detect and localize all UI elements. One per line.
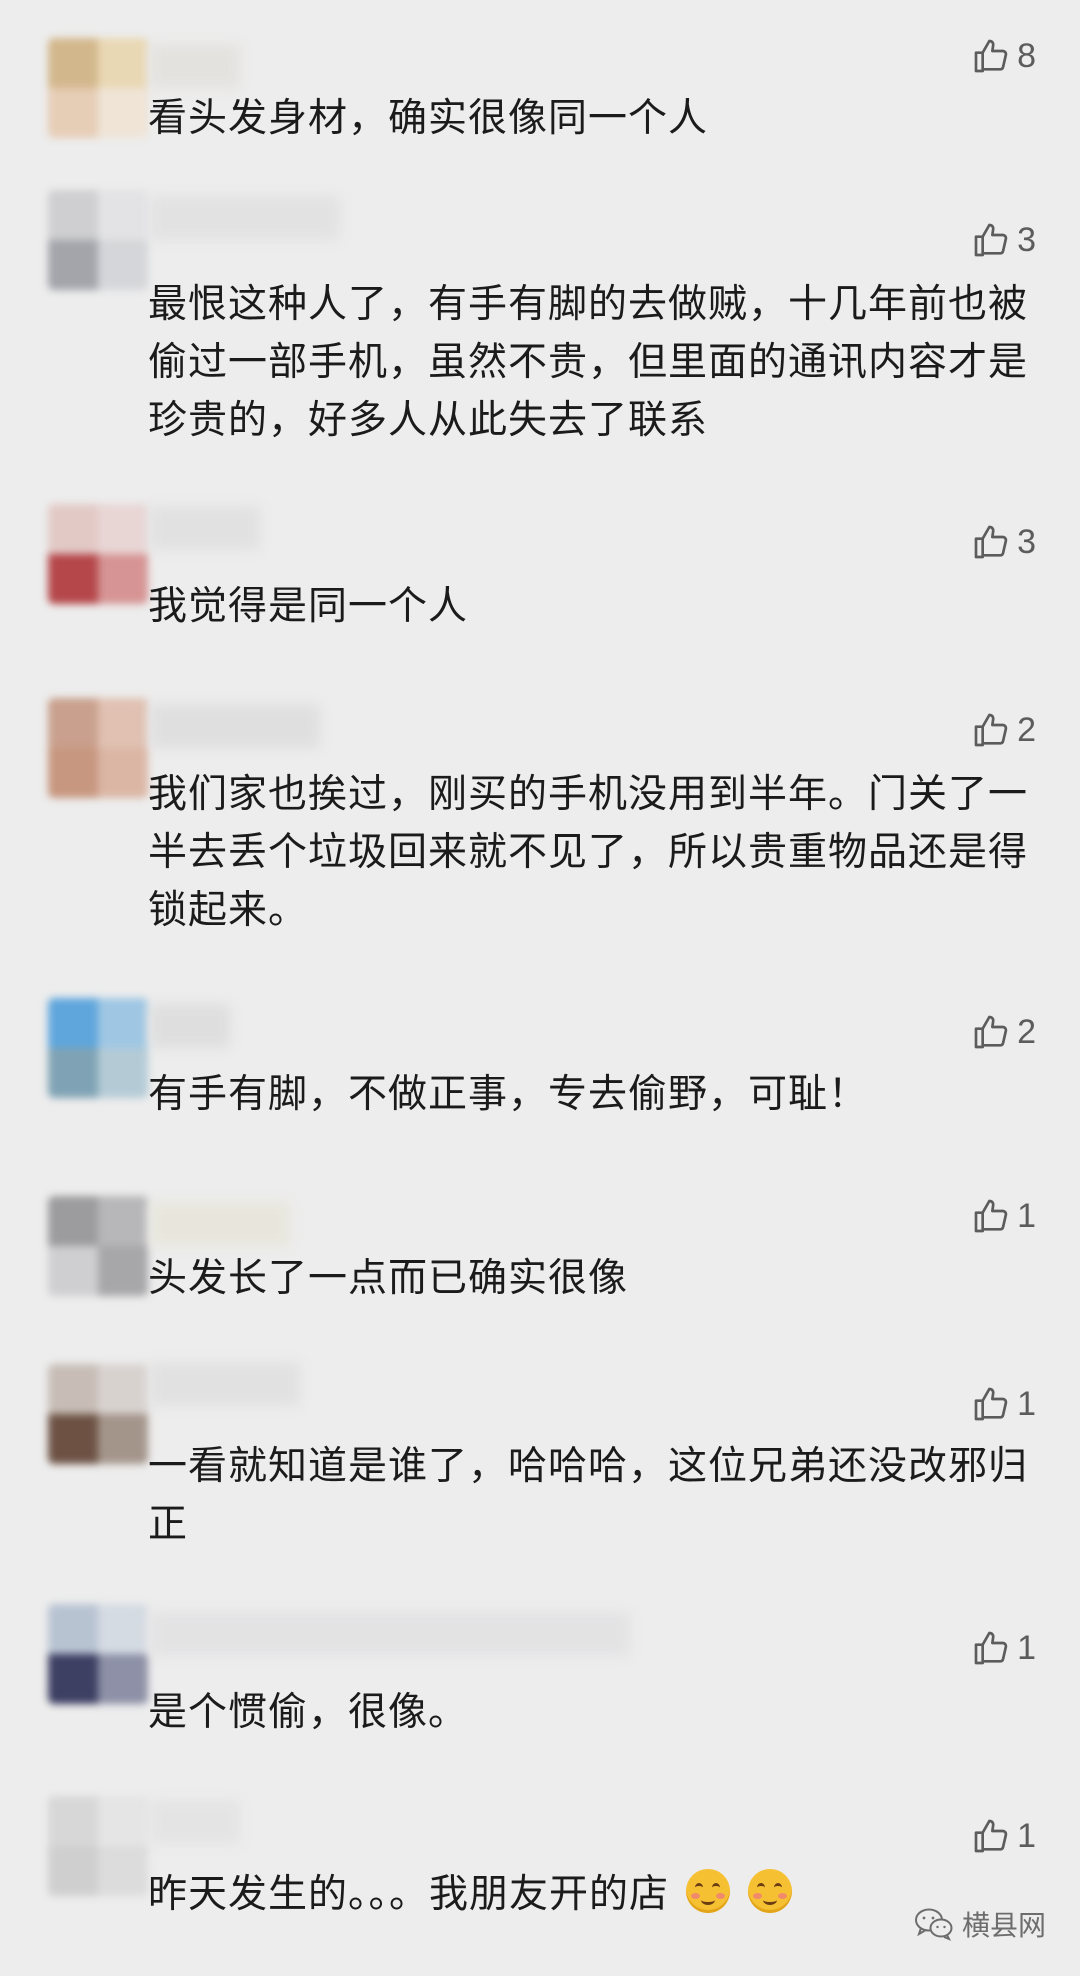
thumbs-up-icon xyxy=(974,1387,1008,1421)
avatar[interactable] xyxy=(48,998,148,1098)
blurred-nickname xyxy=(150,1004,230,1048)
like-button[interactable]: 1 xyxy=(971,1816,1036,1856)
blurred-nickname xyxy=(150,506,260,550)
like-button[interactable]: 1 xyxy=(971,1628,1036,1668)
like-button[interactable]: 2 xyxy=(971,1012,1036,1052)
like-count: 2 xyxy=(1017,1012,1036,1051)
blurred-nickname xyxy=(150,704,320,748)
comment-text: 有手有脚，不做正事，专去偷野，可耻！ xyxy=(148,1072,869,1117)
comment-text: 我觉得是同一个人 xyxy=(148,584,469,629)
comment-text: 一看就知道是谁了，哈哈哈，这位兄弟还没改邪归正 xyxy=(148,1444,1029,1547)
thumbs-up-icon xyxy=(974,1819,1008,1853)
comment-text: 看头发身材，确实很像同一个人 xyxy=(148,96,709,141)
like-button[interactable]: 2 xyxy=(971,710,1036,750)
like-button[interactable]: 3 xyxy=(971,522,1036,562)
thumbs-up-icon xyxy=(974,223,1008,257)
avatar[interactable] xyxy=(48,190,148,290)
blurred-nickname xyxy=(150,1612,630,1656)
comment-text: 我们家也挨过，刚买的手机没用到半年。门关了一半去丢个垃圾回来就不见了，所以贵重物… xyxy=(148,772,1029,933)
smile-emoji-icon xyxy=(686,1869,731,1913)
like-button[interactable]: 3 xyxy=(971,220,1036,260)
like-count: 3 xyxy=(1017,522,1036,561)
thumbs-up-icon xyxy=(974,525,1008,559)
watermark-label: 横县网 xyxy=(961,1909,1046,1942)
watermark: 横县网 xyxy=(914,1904,1046,1944)
comment-text: 是个惯偷，很像。 xyxy=(148,1690,469,1735)
blurred-nickname xyxy=(150,1202,290,1246)
like-button[interactable]: 1 xyxy=(971,1196,1036,1236)
thumbs-up-icon xyxy=(974,39,1008,73)
avatar[interactable] xyxy=(48,38,148,138)
avatar[interactable] xyxy=(48,698,148,798)
avatar[interactable] xyxy=(48,1364,148,1464)
blurred-nickname xyxy=(150,1800,240,1844)
thumbs-up-icon xyxy=(974,713,1008,747)
like-button[interactable]: 8 xyxy=(971,36,1036,76)
avatar[interactable] xyxy=(48,504,148,604)
like-count: 3 xyxy=(1017,220,1036,259)
thumbs-up-icon xyxy=(974,1631,1008,1665)
wechat-icon xyxy=(914,1908,953,1941)
like-count: 8 xyxy=(1017,36,1036,75)
comment-text: 昨天发生的。。。我朋友开的店 xyxy=(148,1866,1028,1924)
avatar[interactable] xyxy=(48,1604,148,1704)
blurred-nickname xyxy=(150,1362,300,1406)
blurred-nickname xyxy=(150,196,340,240)
comment-text: 最恨这种人了，有手有脚的去做贼，十几年前也被偷过一部手机，虽然不贵，但里面的通讯… xyxy=(148,282,1029,443)
avatar[interactable] xyxy=(48,1196,148,1296)
comment-text-content: 昨天发生的。。。我朋友开的店 xyxy=(148,1872,670,1917)
smile-emoji-icon xyxy=(747,1869,792,1913)
like-count: 1 xyxy=(1017,1628,1036,1667)
like-count: 1 xyxy=(1017,1384,1036,1423)
avatar[interactable] xyxy=(48,1796,148,1896)
comment-text: 头发长了一点而已确实很像 xyxy=(148,1256,629,1301)
thumbs-up-icon xyxy=(974,1015,1008,1049)
blurred-nickname xyxy=(150,44,240,88)
like-count: 1 xyxy=(1017,1196,1036,1235)
like-count: 1 xyxy=(1017,1816,1036,1855)
thumbs-up-icon xyxy=(974,1199,1008,1233)
like-count: 2 xyxy=(1017,710,1036,749)
like-button[interactable]: 1 xyxy=(971,1384,1036,1424)
